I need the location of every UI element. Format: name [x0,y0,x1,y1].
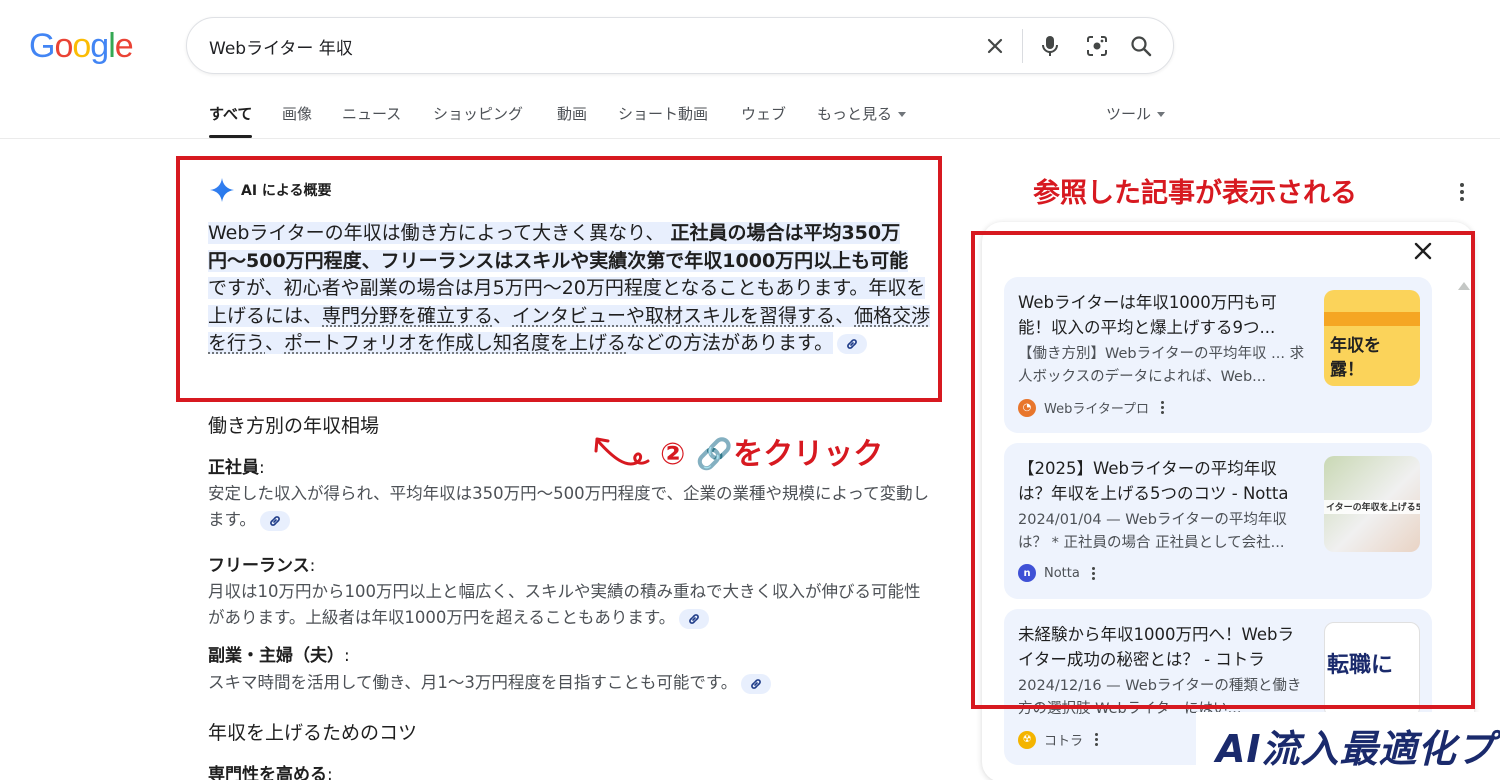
chevron-down-icon [898,112,907,117]
annotation-box-sources-panel [971,231,1475,709]
link-icon [751,678,762,689]
google-logo[interactable]: Google [29,27,134,66]
clear-icon[interactable] [981,32,1009,60]
header-divider [0,138,1500,139]
search-divider [1022,29,1023,63]
annotation-text: ② 🔗をクリック [660,437,884,472]
label-freelance: フリーランス: [208,551,315,576]
tab-web[interactable]: ウェブ [741,103,786,139]
site-favicon-icon: ☢ [1018,730,1036,749]
search-icon[interactable] [1127,32,1155,60]
logo-letter: o [72,27,91,65]
text-fulltime: 安定した収入が得られ、平均年収は350万円〜500万円程度で、企業の業種や規模に… [208,481,932,533]
logo-letter: g [90,27,109,65]
label-colon: : [344,646,350,666]
source-link-chip[interactable] [741,673,772,694]
label-colon: : [259,458,265,478]
label-text: 副業・主婦（夫） [208,646,344,666]
tab-label: もっと見る [817,105,893,123]
tab-more[interactable]: もっと見る [817,103,907,139]
text-freelance: 月収は10万円から100万円以上と幅広く、スキルや実績の積み重ねで大きく収入が伸… [208,579,932,631]
tab-short-videos[interactable]: ショート動画 [618,103,708,139]
tab-shopping[interactable]: ショッピング [433,103,523,139]
tab-videos[interactable]: 動画 [557,103,587,139]
microphone-icon[interactable] [1036,32,1064,60]
tab-news[interactable]: ニュース [342,103,401,139]
site-name: コトラ [1044,734,1084,749]
para-text: スキマ時間を活用して働き、月1〜3万円程度を目指すことも可能です。 [208,673,738,692]
tab-label: ショッピング [433,105,524,123]
annotation-panel-caption: 参照した記事が表示される [1033,178,1357,209]
logo-letter: e [114,27,134,65]
search-query[interactable]: Webライター 年収 [209,34,353,59]
more-options-icon[interactable] [1095,733,1099,746]
tab-label: 動画 [557,105,588,123]
tools-button[interactable]: ツール [1106,103,1166,139]
curly-arrow-icon [594,437,650,466]
label-fulltime: 正社員: [208,453,265,478]
logo-letter: o [54,27,73,65]
logo-letter: G [29,27,55,65]
brand-logo-text: AI流入最適化プロ [1216,727,1500,771]
link-icon [270,515,280,526]
tab-label: ウェブ [741,105,787,123]
tab-label: ショート動画 [618,105,709,123]
label-side-job: 副業・主婦（夫）: [208,641,350,666]
link-icon [689,613,700,624]
search-box[interactable]: Webライター 年収 [186,17,1174,74]
source-link-chip[interactable] [259,510,290,531]
tab-label: ニュース [342,105,402,123]
section-heading-salary-by-style: 働き方別の年収相場 [208,415,380,437]
brand-watermark: AI流入最適化プロ [1196,712,1500,780]
label-colon: : [309,556,316,576]
annotation-click-instruction: ② 🔗をクリック [592,429,883,473]
label-tip-specialty: 専門性を高める: [208,760,333,780]
label-text: フリーランス [208,556,310,576]
para-text: 安定した収入が得られ、平均年収は350万円〜500万円程度で、企業の業種や規模に… [208,484,930,529]
text-side-job: スキマ時間を活用して働き、月1〜3万円程度を目指すことも可能です。 [208,670,932,696]
source-link-chip[interactable] [679,608,710,629]
label-text: 専門性を高める [208,765,327,780]
tab-label: ツール [1106,105,1152,123]
tab-all[interactable]: すべて [209,103,253,139]
source-site: ☢ コトラ [1018,730,1099,749]
more-options-icon[interactable] [1460,183,1464,201]
tab-label: すべて [209,105,253,123]
tab-label: 画像 [282,105,313,123]
section-heading-tips: 年収を上げるためのコツ [208,722,418,744]
annotation-box-ai-overview [176,156,942,402]
label-colon: : [327,765,333,780]
label-text: 正社員 [208,458,259,478]
chevron-down-icon [1157,112,1166,117]
tab-images[interactable]: 画像 [282,103,312,139]
lens-camera-icon[interactable] [1083,32,1111,60]
para-text: 月収は10万円から100万円以上と幅広く、スキルや実績の積み重ねで大きく収入が伸… [208,582,921,627]
